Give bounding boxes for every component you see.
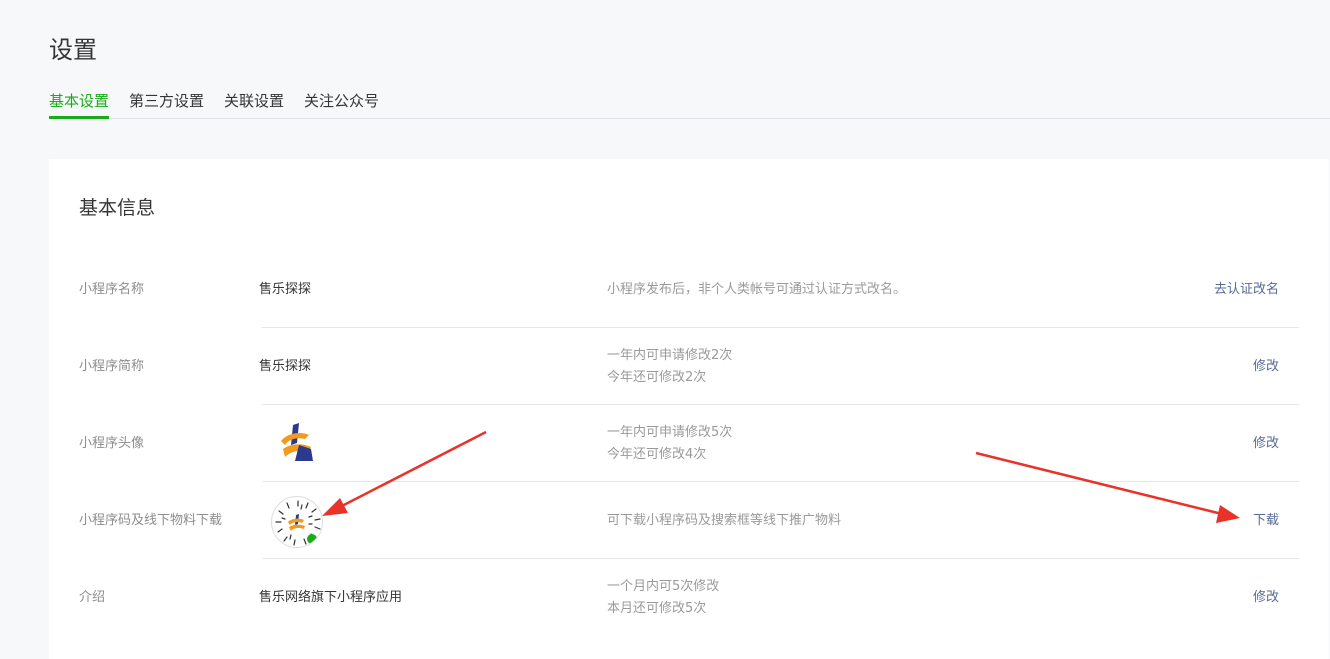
- verify-rename-link[interactable]: 去认证改名: [1214, 251, 1279, 328]
- row-desc-line: 今年还可修改4次: [607, 446, 707, 462]
- app-logo-icon: [275, 419, 323, 467]
- row-label: 小程序名称: [79, 282, 145, 297]
- page-title: 设置: [49, 36, 97, 64]
- row-avatar: 小程序头像 一年内可申请修改5次 今年还可修改4次 修改: [49, 405, 1299, 482]
- row-desc: 可下载小程序码及搜索框等线下推广物料: [607, 482, 841, 559]
- download-link[interactable]: 下载: [1253, 482, 1279, 559]
- miniprogram-code-icon[interactable]: [271, 496, 323, 548]
- row-desc-line: 一年内可申请修改5次: [607, 424, 733, 440]
- row-value: 售乐探探: [259, 282, 312, 297]
- modify-short-name-link[interactable]: 修改: [1253, 328, 1279, 405]
- row-name: 小程序名称 售乐探探 小程序发布后，非个人类帐号可通过认证方式改名。 去认证改名: [49, 251, 1299, 328]
- row-qr-download: 小程序码及线下物料下载 可下载小程序码及搜索框等线下推广物料 下载: [49, 482, 1299, 559]
- row-desc: 一个月内可5次修改 本月还可修改5次: [607, 559, 719, 636]
- row-desc-line: 今年还可修改2次: [607, 369, 707, 385]
- modify-avatar-link[interactable]: 修改: [1253, 405, 1279, 482]
- basic-info-card: 基本信息 小程序名称 售乐探探 小程序发布后，非个人类帐号可通过认证方式改名。 …: [49, 159, 1329, 659]
- row-label: 小程序简称: [79, 359, 145, 374]
- row-intro: 介绍 售乐网络旗下小程序应用 一个月内可5次修改 本月还可修改5次 修改: [49, 559, 1299, 636]
- tab-basic-settings[interactable]: 基本设置: [49, 88, 110, 119]
- tab-follow-official-account[interactable]: 关注公众号: [304, 88, 379, 119]
- settings-tabs: 基本设置 第三方设置 关联设置 关注公众号: [49, 88, 1330, 119]
- modify-intro-link[interactable]: 修改: [1253, 559, 1279, 636]
- row-desc-line: 一个月内可5次修改: [607, 578, 720, 594]
- row-desc: 小程序发布后，非个人类帐号可通过认证方式改名。: [607, 251, 906, 328]
- row-label: 小程序头像: [79, 436, 145, 451]
- row-short-name: 小程序简称 售乐探探 一年内可申请修改2次 今年还可修改2次 修改: [49, 328, 1299, 405]
- row-desc: 一年内可申请修改5次 今年还可修改4次: [607, 405, 732, 482]
- row-desc-line: 可下载小程序码及搜索框等线下推广物料: [607, 512, 842, 528]
- tab-third-party-settings[interactable]: 第三方设置: [129, 88, 204, 119]
- row-desc: 一年内可申请修改2次 今年还可修改2次: [607, 328, 732, 405]
- row-desc-line: 小程序发布后，非个人类帐号可通过认证方式改名。: [607, 281, 907, 297]
- row-label: 介绍: [79, 590, 106, 605]
- row-desc-line: 本月还可修改5次: [607, 600, 707, 616]
- row-value: 售乐网络旗下小程序应用: [259, 590, 403, 605]
- tab-association-settings[interactable]: 关联设置: [224, 88, 284, 119]
- card-title: 基本信息: [79, 197, 156, 219]
- row-label: 小程序码及线下物料下载: [79, 513, 223, 528]
- row-desc-line: 一年内可申请修改2次: [607, 347, 733, 363]
- row-value: 售乐探探: [259, 359, 312, 374]
